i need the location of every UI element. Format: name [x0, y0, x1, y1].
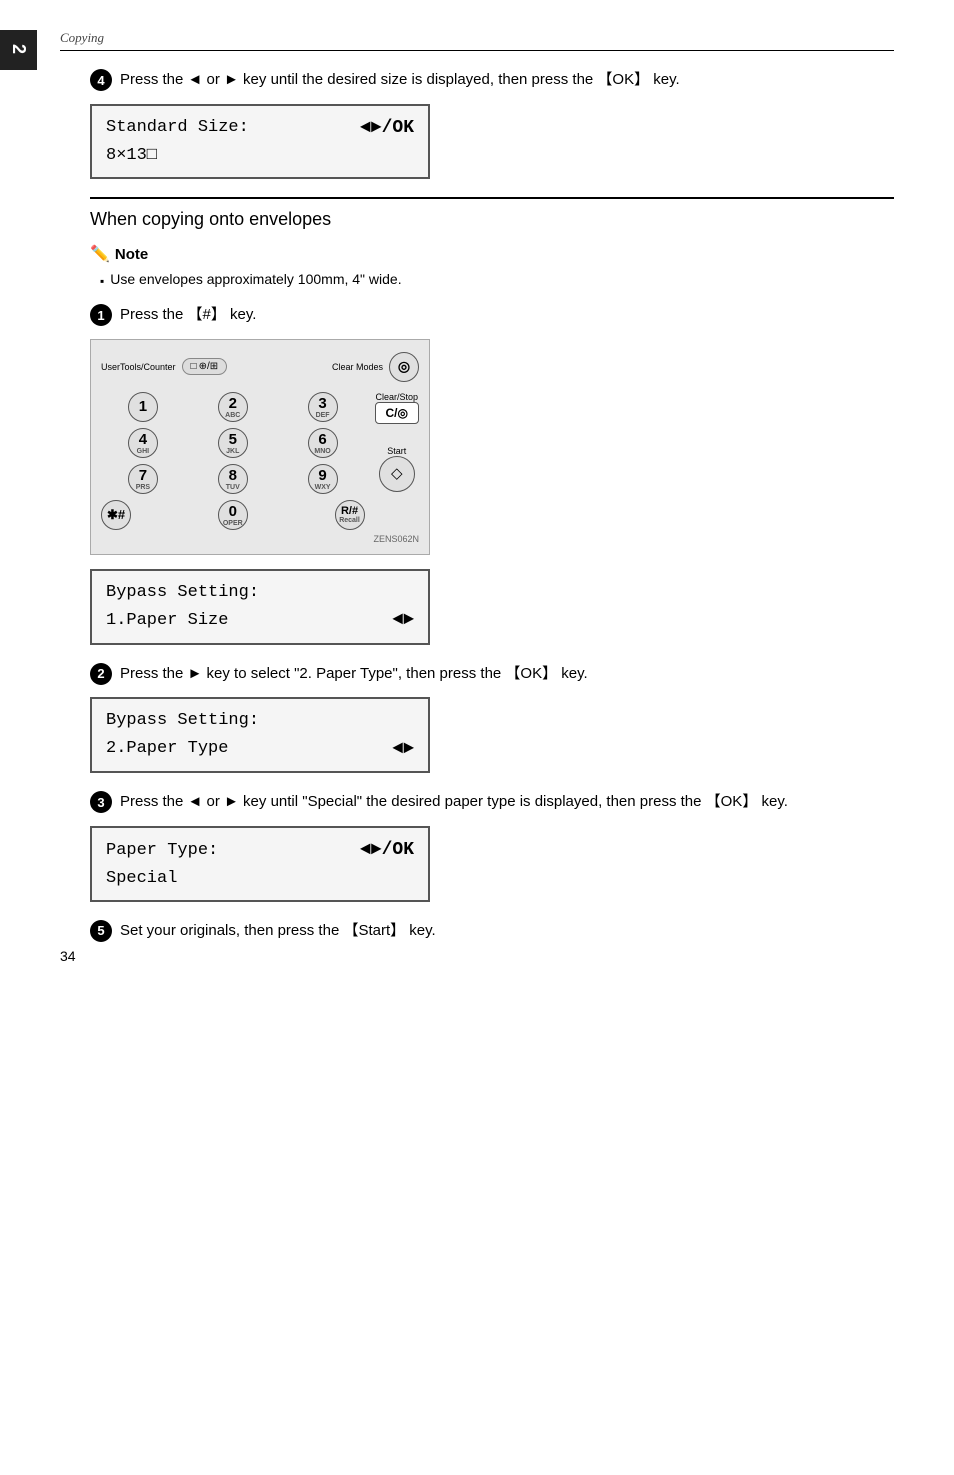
section-divider [90, 197, 894, 199]
step5-circle: 5 [90, 920, 112, 942]
header-bar: Copying [60, 30, 894, 51]
key-8-cell: 8 TUV [191, 464, 275, 494]
note-bullet-icon: ▪ [100, 272, 104, 290]
lcd3-line2: 2.Paper Type ◄► [106, 735, 414, 764]
lcd2-box: Bypass Setting: 1.Paper Size ◄► [90, 569, 430, 645]
lcd4-line1-right: ◄►/OK [360, 836, 414, 865]
key-9-cell: 9 WXY [281, 464, 365, 494]
lcd1-line1-right: ◄►/OK [360, 114, 414, 143]
key-6-btn[interactable]: 6 MNO [308, 428, 338, 458]
lcd4-line2: Special [106, 865, 414, 892]
step4-circle: 4 [90, 69, 112, 91]
usertools-btn[interactable]: □ ⊕/⊞ [182, 358, 228, 375]
keypad-keys-area: 1 2 ABC [101, 392, 365, 530]
lcd2-line1: Bypass Setting: [106, 579, 414, 606]
step1-text: Press the 【#】 key. [120, 304, 256, 327]
key-5-cell: 5 JKL [191, 428, 275, 458]
lcd1-line1: Standard Size: ◄►/OK [106, 114, 414, 143]
step3-text: Press the ◄ or ► key until "Special" the… [120, 791, 788, 814]
keypad-bottom-row: ✱# 0 OPER R/# Recall [101, 500, 365, 530]
step2-row: 2 Press the ► key to select "2. Paper Ty… [90, 663, 894, 686]
keypad-top-row: UserTools/Counter □ ⊕/⊞ Clear Modes ◎ [101, 352, 419, 382]
note-header-text: Note [115, 246, 148, 263]
lcd2-line2: 1.Paper Size ◄► [106, 606, 414, 635]
lcd4-line1-left: Paper Type: [106, 837, 218, 864]
keypad-right-col: Clear/Stop C/◎ Start ◇ [375, 392, 419, 530]
key-3-btn[interactable]: 3 DEF [308, 392, 338, 422]
key-4-btn[interactable]: 4 GHI [128, 428, 158, 458]
key-2-cell: 2 ABC [191, 392, 275, 422]
start-area: Start ◇ [379, 446, 415, 492]
page-number: 34 [60, 948, 76, 964]
key-2-btn[interactable]: 2 ABC [218, 392, 248, 422]
key-1-btn[interactable]: 1 [128, 392, 158, 422]
key-4-cell: 4 GHI [101, 428, 185, 458]
step1-circle: 1 [90, 304, 112, 326]
key-1-cell: 1 [101, 392, 185, 422]
clear-modes-label: Clear Modes [332, 362, 383, 373]
clear-stop-label: Clear/Stop C/◎ [375, 392, 419, 424]
key-8-btn[interactable]: 8 TUV [218, 464, 248, 494]
lcd3-line1: Bypass Setting: [106, 707, 414, 734]
key-0-btn[interactable]: 0 OPER [218, 500, 248, 530]
keypad-container: UserTools/Counter □ ⊕/⊞ Clear Modes ◎ [90, 339, 430, 555]
step3-row: 3 Press the ◄ or ► key until "Special" t… [90, 791, 894, 814]
key-3-cell: 3 DEF [281, 392, 365, 422]
note-header: ✏️ Note [90, 244, 894, 264]
header-label: Copying [60, 30, 104, 46]
pencil-icon: ✏️ [90, 244, 110, 264]
keypad-grid: 1 2 ABC [101, 392, 365, 494]
note-item: ▪ Use envelopes approximately 100mm, 4" … [100, 269, 894, 290]
key-5-btn[interactable]: 5 JKL [218, 428, 248, 458]
keypad-body: 1 2 ABC [101, 392, 419, 530]
lcd3-line2-right: ◄► [392, 735, 414, 764]
clear-stop-btn[interactable]: C/◎ [375, 402, 419, 424]
key-rhash-btn[interactable]: R/# Recall [335, 500, 365, 530]
key-star-btn[interactable]: ✱# [101, 500, 131, 530]
start-btn[interactable]: ◇ [379, 456, 415, 492]
key-9-btn[interactable]: 9 WXY [308, 464, 338, 494]
step1-row: 1 Press the 【#】 key. [90, 304, 894, 327]
lcd1-box: Standard Size: ◄►/OK 8×13□ [90, 104, 430, 180]
lcd4-line1: Paper Type: ◄►/OK [106, 836, 414, 865]
lcd4-box: Paper Type: ◄►/OK Special [90, 826, 430, 902]
model-label: ZENS062N [101, 534, 419, 544]
key-7-btn[interactable]: 7 PRS [128, 464, 158, 494]
lcd1-line2: 8×13□ [106, 142, 414, 169]
lcd3-box: Bypass Setting: 2.Paper Type ◄► [90, 697, 430, 773]
content-area: 4 Press the ◄ or ► key until the desired… [90, 69, 894, 942]
step2-circle: 2 [90, 663, 112, 685]
lcd2-line2-right: ◄► [392, 606, 414, 635]
step4-row: 4 Press the ◄ or ► key until the desired… [90, 69, 894, 92]
note-item-text: Use envelopes approximately 100mm, 4" wi… [110, 269, 401, 290]
page: 2 Copying 4 Press the ◄ or ► key until t… [0, 0, 954, 994]
clear-modes-btn[interactable]: ◎ [389, 352, 419, 382]
section-title: When copying onto envelopes [90, 209, 894, 230]
lcd3-line2-left: 2.Paper Type [106, 735, 228, 762]
usertools-label: UserTools/Counter [101, 362, 176, 373]
step2-text: Press the ► key to select "2. Paper Type… [120, 663, 588, 686]
side-tab: 2 [0, 30, 37, 70]
note-block: ✏️ Note ▪ Use envelopes approximately 10… [90, 244, 894, 290]
step5-text: Set your originals, then press the 【Star… [120, 920, 436, 943]
step4-text: Press the ◄ or ► key until the desired s… [120, 69, 680, 92]
lcd2-line2-left: 1.Paper Size [106, 607, 228, 634]
key-6-cell: 6 MNO [281, 428, 365, 458]
key-7-cell: 7 PRS [101, 464, 185, 494]
step3-circle: 3 [90, 791, 112, 813]
step5-row: 5 Set your originals, then press the 【St… [90, 920, 894, 943]
lcd1-line1-left: Standard Size: [106, 114, 249, 141]
